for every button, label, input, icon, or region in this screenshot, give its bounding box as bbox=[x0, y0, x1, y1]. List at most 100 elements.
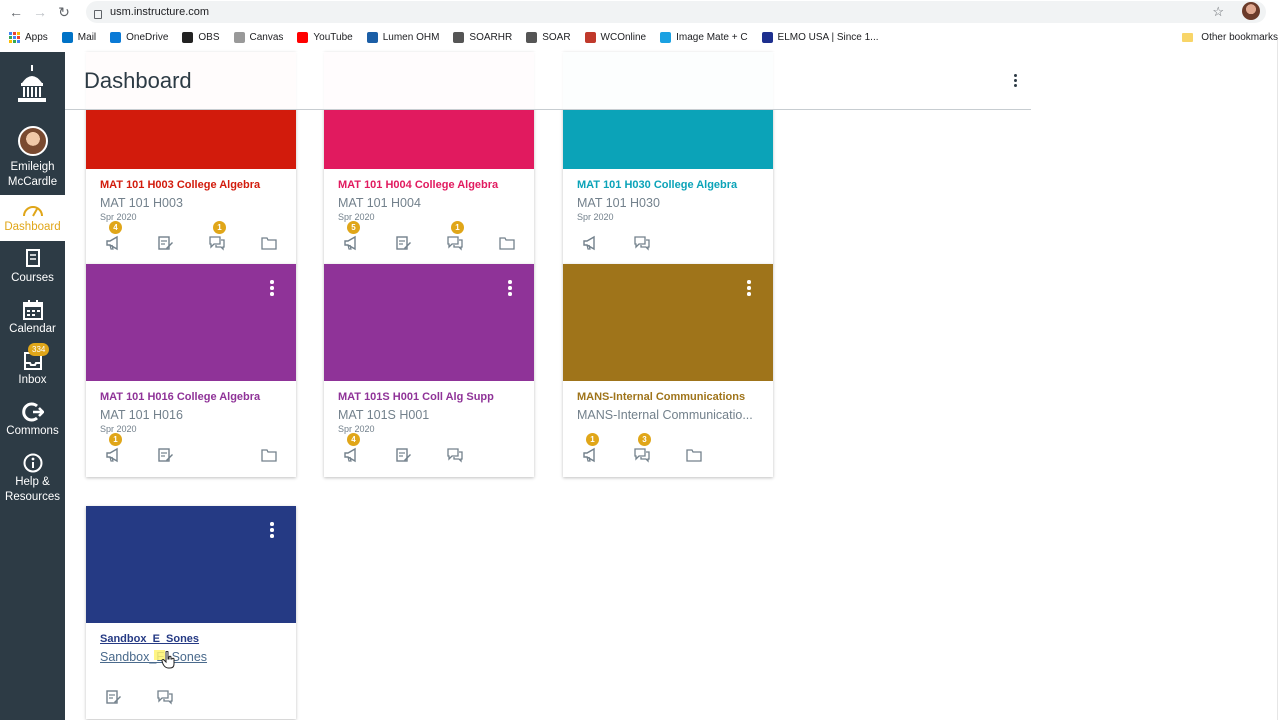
course-card-actions: 13 bbox=[563, 433, 773, 469]
nav-inbox[interactable]: 334 Inbox bbox=[0, 343, 65, 388]
announcements-action[interactable]: 4 bbox=[343, 433, 360, 463]
discussions-action[interactable] bbox=[634, 235, 650, 251]
course-title-link[interactable]: MAT 101 H004 College Algebra bbox=[338, 179, 520, 191]
discussions-action[interactable] bbox=[157, 689, 173, 705]
course-title-link[interactable]: MANS-Internal Communications bbox=[577, 391, 759, 403]
course-card-header[interactable] bbox=[86, 264, 296, 381]
unread-count-badge: 1 bbox=[586, 433, 599, 446]
browser-profile-avatar[interactable] bbox=[1242, 2, 1260, 20]
course-card-actions: 41 bbox=[86, 221, 296, 257]
nav-dashboard[interactable]: Dashboard bbox=[0, 195, 65, 241]
course-card: Sandbox_E_Sones Sandbox_E_Sones bbox=[86, 506, 296, 719]
files-action[interactable] bbox=[686, 447, 702, 463]
bookmark-favicon-icon bbox=[366, 31, 378, 43]
course-term: Spr 2020 bbox=[577, 212, 614, 222]
bookmark-image-mate-c[interactable]: Image Mate + C bbox=[660, 31, 748, 43]
announcements-icon bbox=[344, 235, 356, 251]
discussions-action[interactable]: 3 bbox=[634, 433, 651, 463]
course-title-link[interactable]: MAT 101 H030 College Algebra bbox=[577, 179, 759, 191]
bookmark-lumen-ohm[interactable]: Lumen OHM bbox=[366, 31, 439, 43]
bookmark-mail[interactable]: Mail bbox=[61, 31, 97, 43]
address-bar[interactable]: usm.instructure.com ☆ bbox=[86, 1, 1266, 23]
reload-icon[interactable]: ↻ bbox=[56, 4, 72, 20]
course-card-actions: 1 bbox=[86, 433, 296, 469]
bookmark-favicon-icon bbox=[526, 31, 538, 43]
bookmark-label: YouTube bbox=[313, 31, 353, 43]
course-title-link[interactable]: MAT 101 H016 College Algebra bbox=[100, 391, 282, 403]
files-icon bbox=[686, 449, 702, 462]
bookmark-canvas[interactable]: Canvas bbox=[233, 31, 284, 43]
bookmark-label: Mail bbox=[77, 31, 97, 43]
unread-count-badge: 4 bbox=[347, 433, 360, 446]
nav-calendar[interactable]: Calendar bbox=[0, 300, 65, 337]
course-title-link[interactable]: MAT 101 H003 College Algebra bbox=[100, 179, 282, 191]
announcements-action[interactable]: 5 bbox=[343, 221, 360, 251]
course-card-actions bbox=[86, 685, 296, 711]
course-card-body: MAT 101S H001 Coll Alg Supp MAT 101S H001… bbox=[324, 381, 534, 477]
bookmark-favicon-icon bbox=[297, 31, 309, 43]
course-card-header[interactable] bbox=[324, 264, 534, 381]
bookmark-favicon-icon bbox=[182, 31, 194, 43]
announcements-action[interactable]: 4 bbox=[105, 221, 122, 251]
account-nav-item[interactable]: Emileigh McCardle bbox=[0, 126, 65, 190]
bookmark-label: SOAR bbox=[542, 31, 571, 43]
lock-icon bbox=[94, 9, 102, 19]
unread-count-badge: 1 bbox=[451, 221, 464, 234]
bookmark-soarhr[interactable]: SOARHR bbox=[453, 31, 513, 43]
discussions-action[interactable]: 1 bbox=[447, 221, 464, 251]
bookmark-soar[interactable]: SOAR bbox=[526, 31, 571, 43]
card-options-menu-icon[interactable] bbox=[507, 280, 513, 298]
bookmark-youtube[interactable]: YouTube bbox=[297, 31, 353, 43]
card-options-menu-icon[interactable] bbox=[746, 280, 752, 298]
card-options-menu-icon[interactable] bbox=[269, 522, 275, 540]
course-code: MAT 101 H016 bbox=[100, 408, 183, 422]
forward-arrow-icon[interactable]: → bbox=[32, 4, 48, 20]
assignments-action[interactable] bbox=[105, 689, 121, 705]
back-arrow-icon[interactable]: ← bbox=[8, 4, 24, 20]
other-bookmarks[interactable]: Other bookmarks bbox=[1182, 32, 1278, 43]
course-card-header[interactable] bbox=[563, 264, 773, 381]
assignments-icon bbox=[396, 448, 411, 462]
discussions-action[interactable]: 1 bbox=[209, 221, 226, 251]
bookmark-elmo-usa-since-1[interactable]: ELMO USA | Since 1... bbox=[761, 31, 879, 43]
nav-commons-label: Commons bbox=[6, 425, 59, 437]
assignments-icon bbox=[158, 236, 173, 250]
assignments-action[interactable] bbox=[395, 447, 411, 463]
announcements-action[interactable] bbox=[582, 235, 598, 251]
nav-help-label: Help & Resources bbox=[5, 476, 60, 503]
discussions-icon bbox=[634, 448, 650, 463]
files-action[interactable] bbox=[499, 235, 515, 251]
bookmark-label: Canvas bbox=[249, 31, 284, 43]
dashboard-options-menu-icon[interactable] bbox=[1009, 72, 1021, 90]
assignments-action[interactable] bbox=[395, 235, 411, 251]
assignments-action[interactable] bbox=[157, 447, 173, 463]
assignments-action[interactable] bbox=[157, 235, 173, 251]
inbox-unread-badge: 334 bbox=[28, 343, 50, 356]
course-title-link[interactable]: MAT 101S H001 Coll Alg Supp bbox=[338, 391, 520, 403]
course-code[interactable]: Sandbox_E_Sones bbox=[100, 650, 282, 664]
bookmark-obs[interactable]: OBS bbox=[182, 31, 220, 43]
discussions-icon bbox=[447, 236, 463, 251]
announcements-action[interactable]: 1 bbox=[582, 433, 599, 463]
hand-cursor-icon bbox=[161, 651, 175, 669]
bookmark-label: SOARHR bbox=[469, 31, 513, 43]
assignments-icon bbox=[106, 690, 121, 704]
course-card-actions: 51 bbox=[324, 221, 534, 257]
bookmark-onedrive[interactable]: OneDrive bbox=[110, 31, 168, 43]
announcements-action[interactable]: 1 bbox=[105, 433, 122, 463]
files-action[interactable] bbox=[261, 447, 277, 463]
files-action[interactable] bbox=[261, 235, 277, 251]
nav-courses[interactable]: Courses bbox=[0, 249, 65, 286]
course-card-header[interactable] bbox=[86, 506, 296, 623]
nav-commons[interactable]: Commons bbox=[0, 402, 65, 439]
nav-help[interactable]: Help & Resources bbox=[0, 453, 65, 505]
card-options-menu-icon[interactable] bbox=[269, 280, 275, 298]
bookmark-wconline[interactable]: WCOnline bbox=[584, 31, 646, 43]
url-text: usm.instructure.com bbox=[110, 6, 210, 18]
bookmark-star-icon[interactable]: ☆ bbox=[1212, 4, 1224, 20]
course-title-link[interactable]: Sandbox_E_Sones bbox=[100, 633, 282, 645]
university-logo-icon[interactable] bbox=[16, 65, 48, 105]
discussions-action[interactable] bbox=[447, 447, 463, 463]
bookmark-apps[interactable]: Apps bbox=[9, 31, 48, 43]
course-card-body: MAT 101 H030 College Algebra MAT 101 H030… bbox=[563, 169, 773, 265]
